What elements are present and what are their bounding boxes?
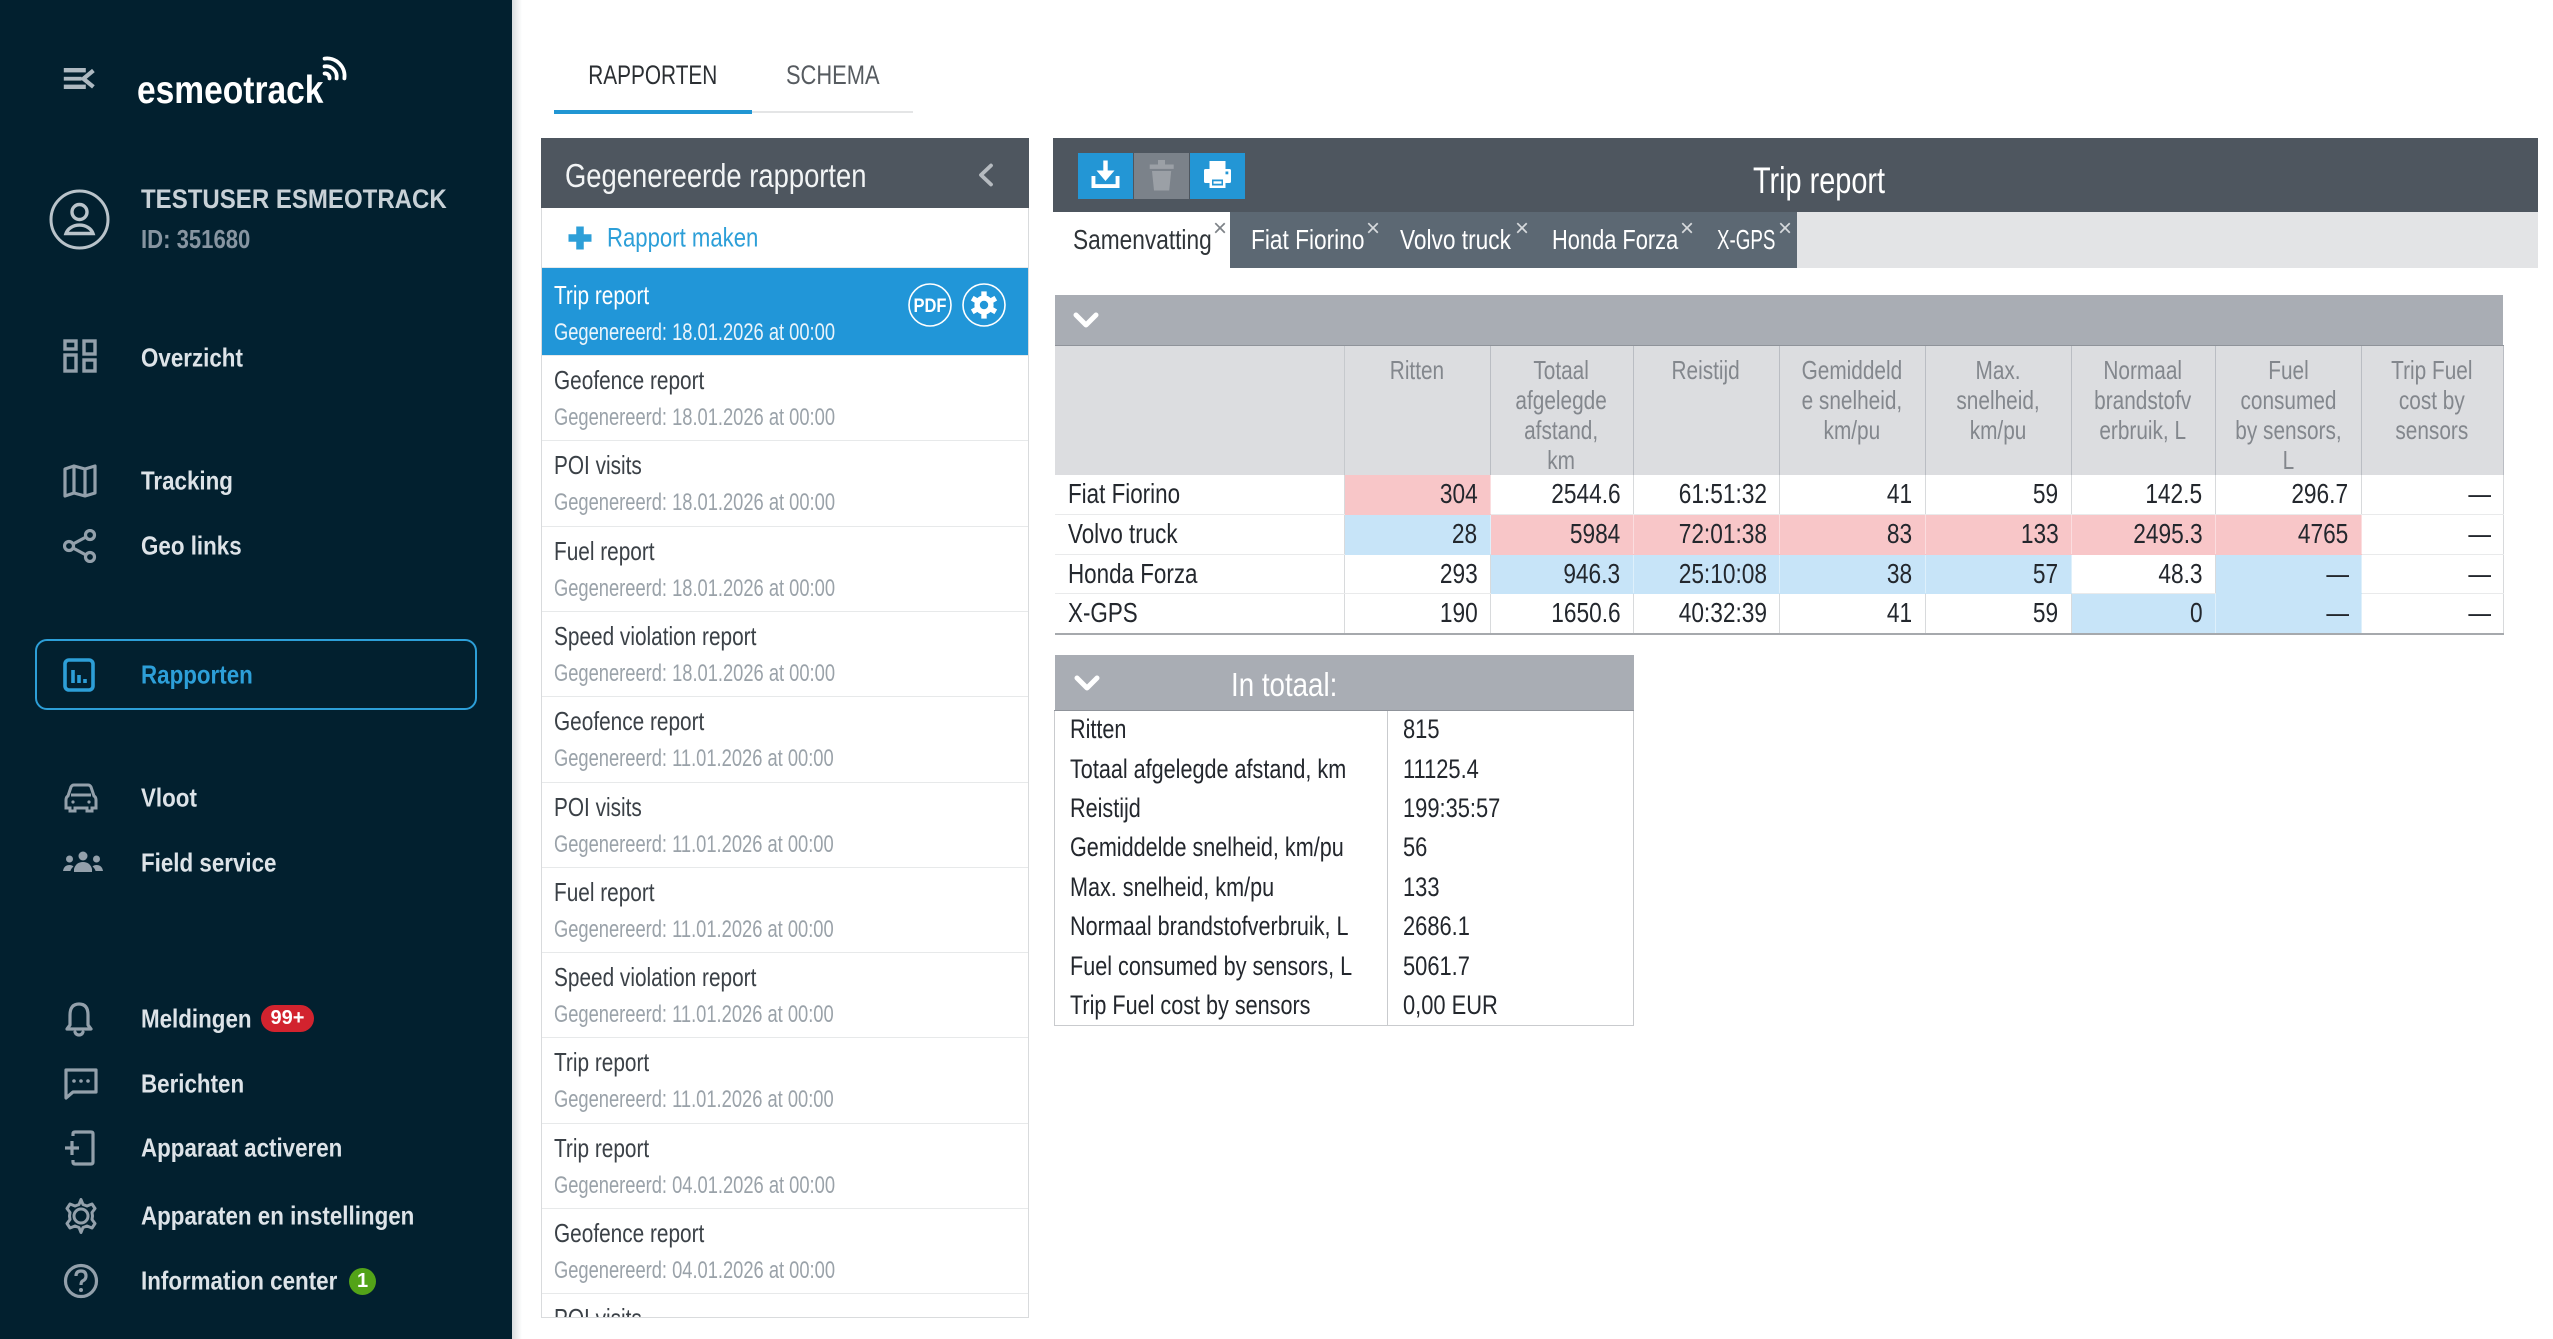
svg-text:PDF: PDF — [914, 296, 947, 317]
